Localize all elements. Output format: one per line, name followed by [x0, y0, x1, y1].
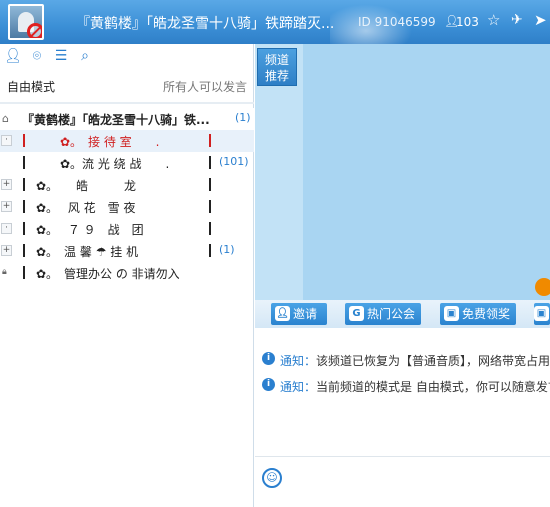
ban-icon — [27, 23, 42, 38]
bar — [209, 244, 211, 257]
tab-label: 免费领奖 — [462, 307, 511, 321]
bar — [23, 266, 25, 279]
search-icon[interactable]: ⌕ — [77, 48, 93, 64]
permission-label: 所有人可以发言 — [162, 80, 247, 94]
bar — [209, 178, 211, 191]
user-icon[interactable]: 👤︎ — [4, 48, 22, 64]
notice-body: 该频道已恢复为【普通音质】，网络带宽占用 — [316, 354, 550, 368]
bar — [209, 222, 211, 235]
channel-title: 『黄鹤楼』「皓龙圣雪十八骑」铁蹄踏灭... — [76, 16, 335, 32]
channel-name: ✿。 接 待 室 . — [60, 135, 160, 149]
emoji-icon[interactable]: ☺ — [262, 468, 282, 488]
notice-line: i 通知：该频道已恢复为【普通音质】，网络带宽占用 — [255, 350, 550, 370]
tab-label: 热门公会 — [367, 307, 416, 321]
channel-recommend-button[interactable]: 频道 推荐 — [257, 48, 297, 86]
channel-row[interactable]: + ✿。 皓 龙 — [0, 174, 254, 196]
notice-text: 通知：该频道已恢复为【普通音质】，网络带宽占用 — [280, 352, 550, 369]
tab-hot-guild[interactable]: G 热门公会 — [345, 303, 421, 325]
invite-icon: 👤︎ — [275, 306, 290, 321]
location-icon[interactable]: ⌾ — [29, 48, 45, 64]
favorite-star-icon[interactable]: ☆ — [487, 11, 500, 29]
bar — [209, 200, 211, 213]
channel-name: ✿。 风 花 雪 夜 — [36, 201, 136, 215]
channel-name: ✿。 ７ ９ 战 团 — [36, 223, 144, 237]
plane-icon[interactable]: ✈ — [511, 12, 523, 28]
channel-name: ✿。 管理办公 の 非请勿入 — [36, 267, 180, 281]
channel-count: (1) — [219, 243, 235, 256]
lock-icon: 🔒︎ — [2, 267, 7, 277]
tab-invite[interactable]: 👤︎ 邀请 — [271, 303, 327, 325]
channel-count: (101) — [219, 155, 249, 168]
info-icon: i — [262, 378, 275, 391]
bar — [209, 156, 211, 169]
gift-icon: ▣ — [444, 306, 459, 321]
expander-icon[interactable]: · — [1, 135, 12, 146]
root-count: (1) — [235, 111, 251, 124]
bar — [23, 156, 25, 169]
bar — [23, 178, 25, 191]
tree-root[interactable]: ⌂ 『黄鹤楼』「皓龙圣雪十八骑」铁... (1) — [0, 108, 254, 130]
action-tabs: 👤︎ 邀请 G 热门公会 ▣ 免费领奖 ▣ — [255, 300, 550, 328]
channel-row[interactable]: ✿。流 光 绕 战 . (101) — [0, 152, 254, 174]
channel-name: ✿。流 光 绕 战 . — [60, 157, 170, 171]
channel-name: ✿。 皓 龙 — [36, 179, 137, 193]
main-panel: 频道 推荐 👤︎ 邀请 G 热门公会 ▣ 免费领奖 ▣ i 通知：该频道已恢复为… — [255, 44, 550, 507]
channel-row[interactable]: + ✿。 温 馨 ☂ 挂 机 (1) — [0, 240, 254, 262]
root-channel-name: 『黄鹤楼』「皓龙圣雪十八骑」铁... — [22, 113, 210, 127]
channel-id: ID 91046599 — [358, 15, 436, 29]
bar — [209, 134, 211, 147]
bar — [23, 200, 25, 213]
channel-row[interactable]: · ✿。 ７ ９ 战 团 — [0, 218, 254, 240]
list-icon[interactable]: ☰ — [53, 48, 69, 64]
float-ball-icon[interactable] — [535, 278, 550, 296]
tab-free-prize[interactable]: ▣ 免费领奖 — [440, 303, 516, 325]
chat-divider — [255, 456, 550, 457]
expand-plus-icon[interactable]: + — [1, 201, 12, 212]
video-canvas — [303, 44, 550, 300]
guild-icon: G — [349, 306, 364, 321]
expand-plus-icon[interactable]: + — [1, 245, 12, 256]
arrow-icon[interactable]: ➤ — [534, 11, 547, 29]
notice-text: 通知：当前频道的模式是 自由模式，你可以随意发言 — [280, 378, 550, 395]
recommend-label-1: 频道 — [264, 53, 289, 67]
recommend-label-2: 推荐 — [264, 69, 289, 83]
home-icon: ⌂ — [2, 112, 9, 125]
more-icon: ▣ — [534, 306, 549, 321]
left-toolbar: 👤︎ ⌾ ☰ ⌕ — [0, 44, 254, 68]
notice-line: i 通知：当前频道的模式是 自由模式，你可以随意发言 — [255, 376, 550, 396]
channel-tree: ⌂ 『黄鹤楼』「皓龙圣雪十八骑」铁... (1) · ✿。 接 待 室 . ✿。… — [0, 108, 254, 284]
bar — [23, 222, 25, 235]
channel-row[interactable]: · ✿。 接 待 室 . — [0, 130, 254, 152]
title-bar: 『黄鹤楼』「皓龙圣雪十八骑」铁蹄踏灭... ID 91046599 👤︎ 103… — [0, 0, 550, 44]
notice-label: 通知： — [280, 354, 317, 368]
notice-label: 通知： — [280, 380, 317, 394]
tab-more[interactable]: ▣ — [534, 303, 550, 325]
divider — [0, 102, 254, 104]
mode-label[interactable]: 自由模式 — [7, 78, 55, 95]
avatar[interactable] — [8, 4, 44, 40]
online-count: 103 — [456, 15, 479, 29]
channel-row[interactable]: 🔒︎ ✿。 管理办公 の 非请勿入 — [0, 262, 254, 284]
notice-body: 当前频道的模式是 自由模式，你可以随意发言 — [316, 380, 550, 394]
channel-tree-panel: 👤︎ ⌾ ☰ ⌕ 自由模式 所有人可以发言 ⌂ 『黄鹤楼』「皓龙圣雪十八骑」铁.… — [0, 44, 254, 507]
tab-label: 邀请 — [293, 307, 318, 321]
channel-name: ✿。 温 馨 ☂ 挂 机 — [36, 245, 139, 259]
info-icon: i — [262, 352, 275, 365]
bar — [23, 244, 25, 257]
video-area: 频道 推荐 — [255, 44, 550, 300]
expander-icon[interactable]: · — [1, 223, 12, 234]
bar — [23, 134, 25, 147]
channel-row[interactable]: + ✿。 风 花 雪 夜 — [0, 196, 254, 218]
expand-plus-icon[interactable]: + — [1, 179, 12, 190]
